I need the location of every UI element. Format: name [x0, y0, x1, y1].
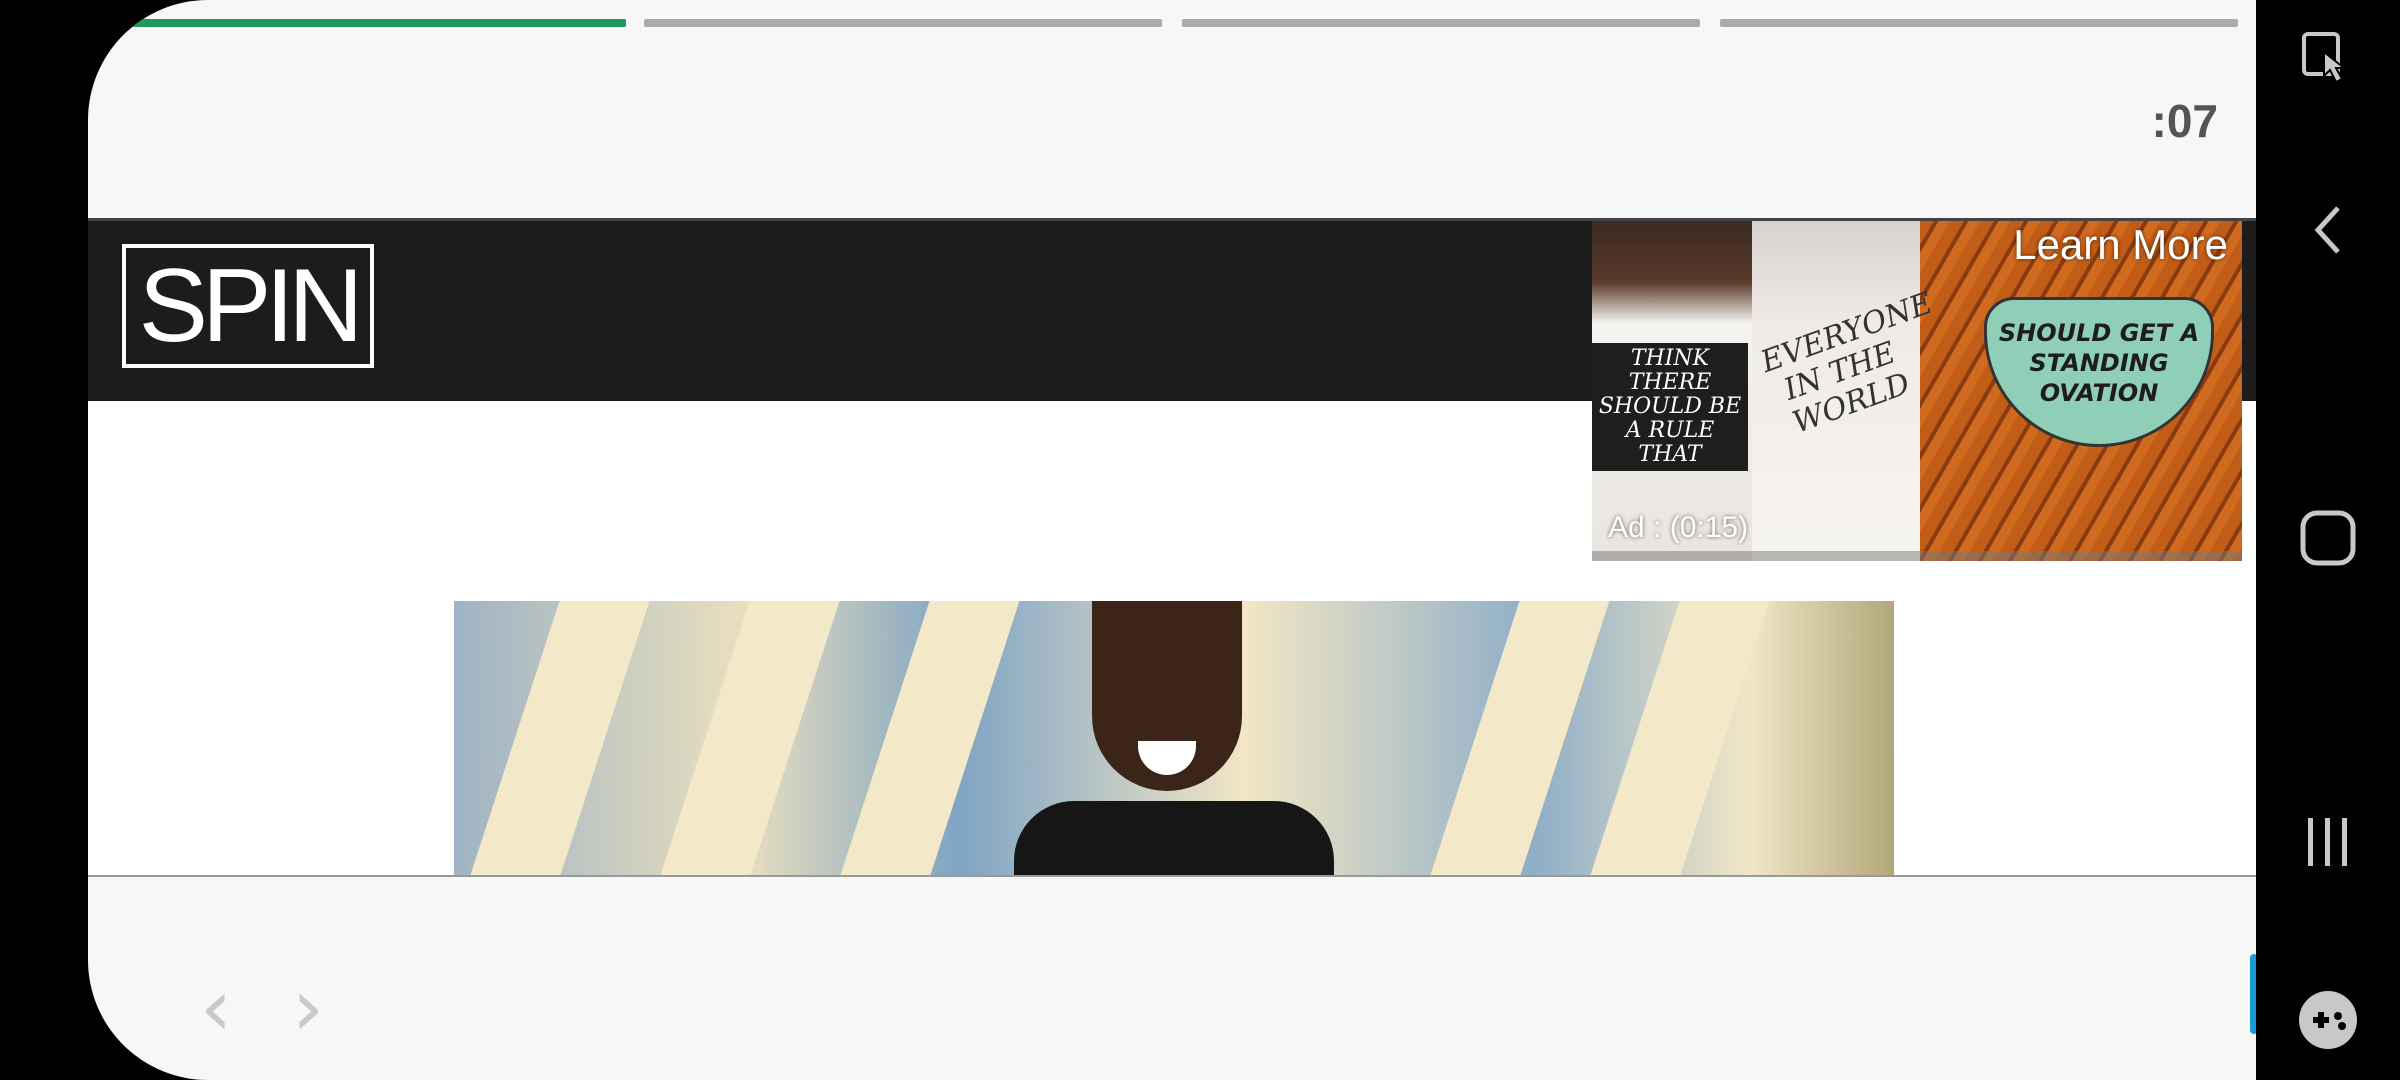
- learn-more-button[interactable]: Learn More: [2013, 221, 2228, 269]
- article-image-person: [1014, 601, 1334, 875]
- ad-shirt-text-1: THINK THERE SHOULD BE A RULE THAT: [1592, 343, 1748, 471]
- story-viewer: :07 SPIN THINK THERE SHOULD BE A RULE TH…: [88, 0, 2256, 1080]
- story-progress-segment-1: [108, 19, 626, 27]
- story-progress-segment-4: [1720, 19, 2238, 27]
- back-icon[interactable]: [2256, 200, 2400, 275]
- site-logo[interactable]: SPIN: [122, 244, 374, 368]
- story-timer: :07: [2151, 95, 2218, 147]
- ad-countdown-label: Ad : (0:15): [1608, 511, 1749, 544]
- touch-icon[interactable]: [2256, 28, 2400, 93]
- recents-icon[interactable]: [2256, 812, 2400, 877]
- brand-play-icon[interactable]: [2246, 952, 2256, 1036]
- chevron-right-icon[interactable]: ›: [292, 968, 324, 1048]
- screen: :07 SPIN THINK THERE SHOULD BE A RULE TH…: [0, 0, 2256, 1080]
- story-progress-segment-2: [644, 19, 1162, 27]
- chevron-left-icon[interactable]: ‹: [200, 968, 232, 1048]
- ad-progress-bar: [1592, 551, 2242, 561]
- game-icon[interactable]: [2256, 988, 2400, 1057]
- article-hero-image[interactable]: [454, 601, 1894, 875]
- system-nav-bar: [2256, 0, 2400, 1080]
- web-page[interactable]: SPIN THINK THERE SHOULD BE A RULE THAT E…: [88, 218, 2256, 877]
- home-icon[interactable]: [2256, 508, 2400, 573]
- story-progress-segment-3: [1182, 19, 1700, 27]
- video-ad[interactable]: THINK THERE SHOULD BE A RULE THAT EVERYO…: [1592, 221, 2242, 561]
